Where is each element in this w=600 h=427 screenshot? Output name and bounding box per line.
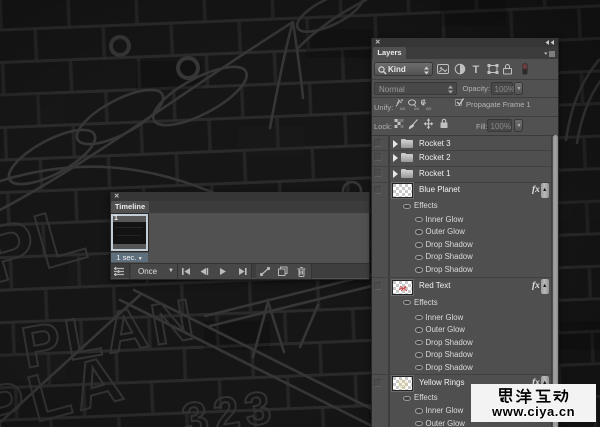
svg-text:T: T [473, 64, 480, 76]
svg-text:oo: oo [426, 106, 432, 111]
svg-text:oo: oo [400, 106, 406, 111]
svg-text:oo: oo [414, 106, 420, 111]
